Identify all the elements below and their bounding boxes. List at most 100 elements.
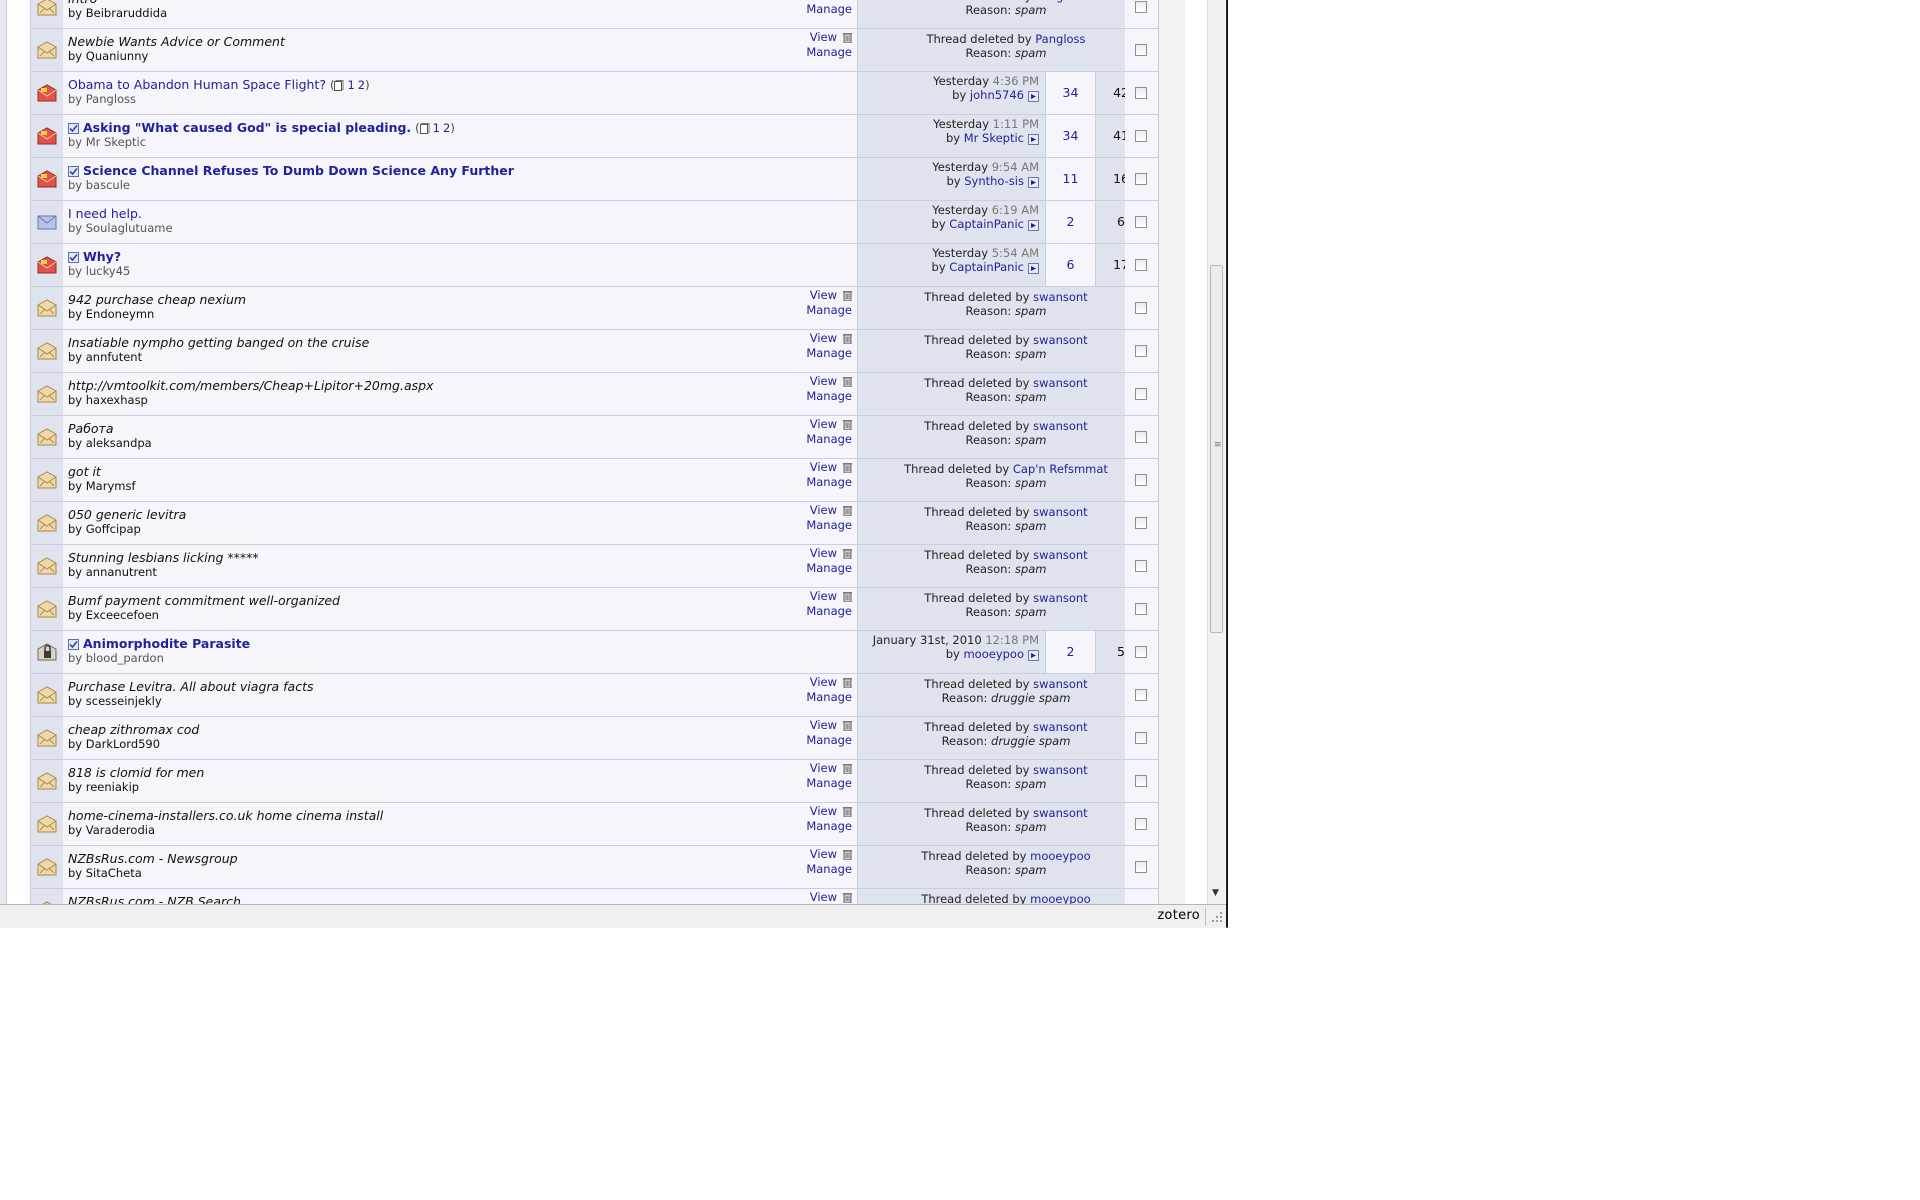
view-label[interactable]: View	[810, 589, 837, 603]
go-to-last-post-icon[interactable]	[1024, 647, 1039, 661]
manage-link[interactable]: Manage	[802, 604, 852, 619]
thread-title-link[interactable]: Asking "What caused God" is special plea…	[83, 120, 411, 135]
manage-link[interactable]: Manage	[802, 862, 852, 877]
view-link[interactable]: View	[802, 331, 852, 346]
view-label[interactable]: View	[810, 288, 837, 302]
thread-select-checkbox[interactable]	[1135, 44, 1147, 56]
deleted-by-user-link[interactable]: mooeypoo	[1030, 849, 1091, 863]
manage-link[interactable]: Manage	[802, 389, 852, 404]
thread-title-link[interactable]: Science Channel Refuses To Dumb Down Sci…	[83, 163, 514, 178]
thread-select-checkbox[interactable]	[1135, 732, 1147, 744]
deleted-by-user-link[interactable]: swansont	[1033, 419, 1088, 433]
thread-select-checkbox[interactable]	[1135, 775, 1147, 787]
view-label[interactable]: View	[810, 30, 837, 44]
thread-select-checkbox[interactable]	[1135, 474, 1147, 486]
deleted-by-user-link[interactable]: swansont	[1033, 591, 1088, 605]
go-to-last-post-icon[interactable]	[1024, 88, 1039, 102]
thread-select-checkbox[interactable]	[1135, 302, 1147, 314]
manage-link[interactable]: Manage	[802, 45, 852, 60]
page-link[interactable]: 1	[347, 78, 354, 92]
view-link[interactable]: View	[802, 589, 852, 604]
thread-select-checkbox[interactable]	[1135, 130, 1147, 142]
view-label[interactable]: View	[810, 718, 837, 732]
view-link[interactable]: View	[802, 761, 852, 776]
manage-link[interactable]: Manage	[802, 776, 852, 791]
view-label[interactable]: View	[810, 761, 837, 775]
manage-link[interactable]: Manage	[802, 303, 852, 318]
view-link[interactable]: View	[802, 546, 852, 561]
view-link[interactable]: View	[802, 503, 852, 518]
view-link[interactable]: View	[802, 890, 852, 904]
replies-count[interactable]: 2	[1046, 631, 1096, 673]
last-post-user-link[interactable]: john5746	[970, 88, 1024, 102]
view-link[interactable]: View	[802, 718, 852, 733]
deleted-by-user-link[interactable]: swansont	[1033, 290, 1088, 304]
go-to-last-post-icon[interactable]	[1024, 260, 1039, 274]
scrollbar-thumb[interactable]: ≡	[1210, 265, 1223, 633]
replies-count[interactable]: 34	[1046, 72, 1096, 114]
thread-title-link[interactable]: Why?	[83, 249, 121, 264]
page-link[interactable]: 2	[358, 78, 365, 92]
page-link[interactable]: 2	[443, 121, 450, 135]
thread-select-checkbox[interactable]	[1135, 87, 1147, 99]
view-link[interactable]: View	[802, 417, 852, 432]
thread-select-checkbox[interactable]	[1135, 689, 1147, 701]
deleted-by-user-link[interactable]: swansont	[1033, 806, 1088, 820]
deleted-by-user-link[interactable]: swansont	[1033, 677, 1088, 691]
manage-link[interactable]: Manage	[802, 819, 852, 834]
thread-select-checkbox[interactable]	[1135, 818, 1147, 830]
deleted-by-user-link[interactable]: mooeypoo	[1030, 892, 1091, 904]
thread-title-link[interactable]: Obama to Abandon Human Space Flight?	[68, 77, 326, 92]
view-link[interactable]: View	[802, 847, 852, 862]
view-label[interactable]: View	[810, 331, 837, 345]
replies-count[interactable]: 34	[1046, 115, 1096, 157]
deleted-by-user-link[interactable]: swansont	[1033, 333, 1088, 347]
view-link[interactable]: View	[802, 460, 852, 475]
thread-select-checkbox[interactable]	[1135, 431, 1147, 443]
thread-select-checkbox[interactable]	[1135, 646, 1147, 658]
manage-link[interactable]: Manage	[802, 733, 852, 748]
go-to-last-post-icon[interactable]	[1024, 217, 1039, 231]
deleted-by-user-link[interactable]: swansont	[1033, 720, 1088, 734]
view-link[interactable]: View	[802, 30, 852, 45]
manage-link[interactable]: Manage	[802, 346, 852, 361]
thread-select-checkbox[interactable]	[1135, 560, 1147, 572]
view-link[interactable]: View	[802, 374, 852, 389]
zotero-button[interactable]: zotero	[1157, 908, 1200, 923]
deleted-by-user-link[interactable]: swansont	[1033, 548, 1088, 562]
thread-select-checkbox[interactable]	[1135, 517, 1147, 529]
view-label[interactable]: View	[810, 374, 837, 388]
scroll-down-arrow-icon[interactable]: ▼	[1212, 888, 1219, 898]
page-link[interactable]: 1	[433, 121, 440, 135]
manage-link[interactable]: Manage	[802, 2, 852, 17]
deleted-by-user-link[interactable]: swansont	[1033, 763, 1088, 777]
deleted-by-user-link[interactable]: Pangloss	[1035, 32, 1085, 46]
thread-select-checkbox[interactable]	[1135, 216, 1147, 228]
manage-link[interactable]: Manage	[802, 432, 852, 447]
vertical-scrollbar[interactable]: ≡ ▼	[1207, 0, 1225, 904]
thread-title-link[interactable]: Animorphodite Parasite	[83, 636, 250, 651]
view-label[interactable]: View	[810, 847, 837, 861]
view-label[interactable]: View	[810, 503, 837, 517]
manage-link[interactable]: Manage	[802, 561, 852, 576]
deleted-by-user-link[interactable]: Cap'n Refsmmat	[1013, 462, 1108, 476]
thread-select-checkbox[interactable]	[1135, 1, 1147, 13]
last-post-user-link[interactable]: CaptainPanic	[949, 260, 1024, 274]
last-post-user-link[interactable]: CaptainPanic	[949, 217, 1024, 231]
thread-select-checkbox[interactable]	[1135, 173, 1147, 185]
deleted-by-user-link[interactable]: swansont	[1033, 376, 1088, 390]
last-post-user-link[interactable]: mooeypoo	[963, 647, 1024, 661]
view-link[interactable]: View	[802, 804, 852, 819]
manage-link[interactable]: Manage	[802, 475, 852, 490]
thread-select-checkbox[interactable]	[1135, 603, 1147, 615]
thread-select-checkbox[interactable]	[1135, 388, 1147, 400]
thread-select-checkbox[interactable]	[1135, 259, 1147, 271]
view-label[interactable]: View	[810, 675, 837, 689]
last-post-user-link[interactable]: Mr Skeptic	[964, 131, 1024, 145]
replies-count[interactable]: 2	[1046, 201, 1096, 243]
view-label[interactable]: View	[810, 546, 837, 560]
thread-select-checkbox[interactable]	[1135, 345, 1147, 357]
manage-link[interactable]: Manage	[802, 690, 852, 705]
replies-count[interactable]: 11	[1046, 158, 1096, 200]
last-post-user-link[interactable]: Syntho-sis	[964, 174, 1024, 188]
